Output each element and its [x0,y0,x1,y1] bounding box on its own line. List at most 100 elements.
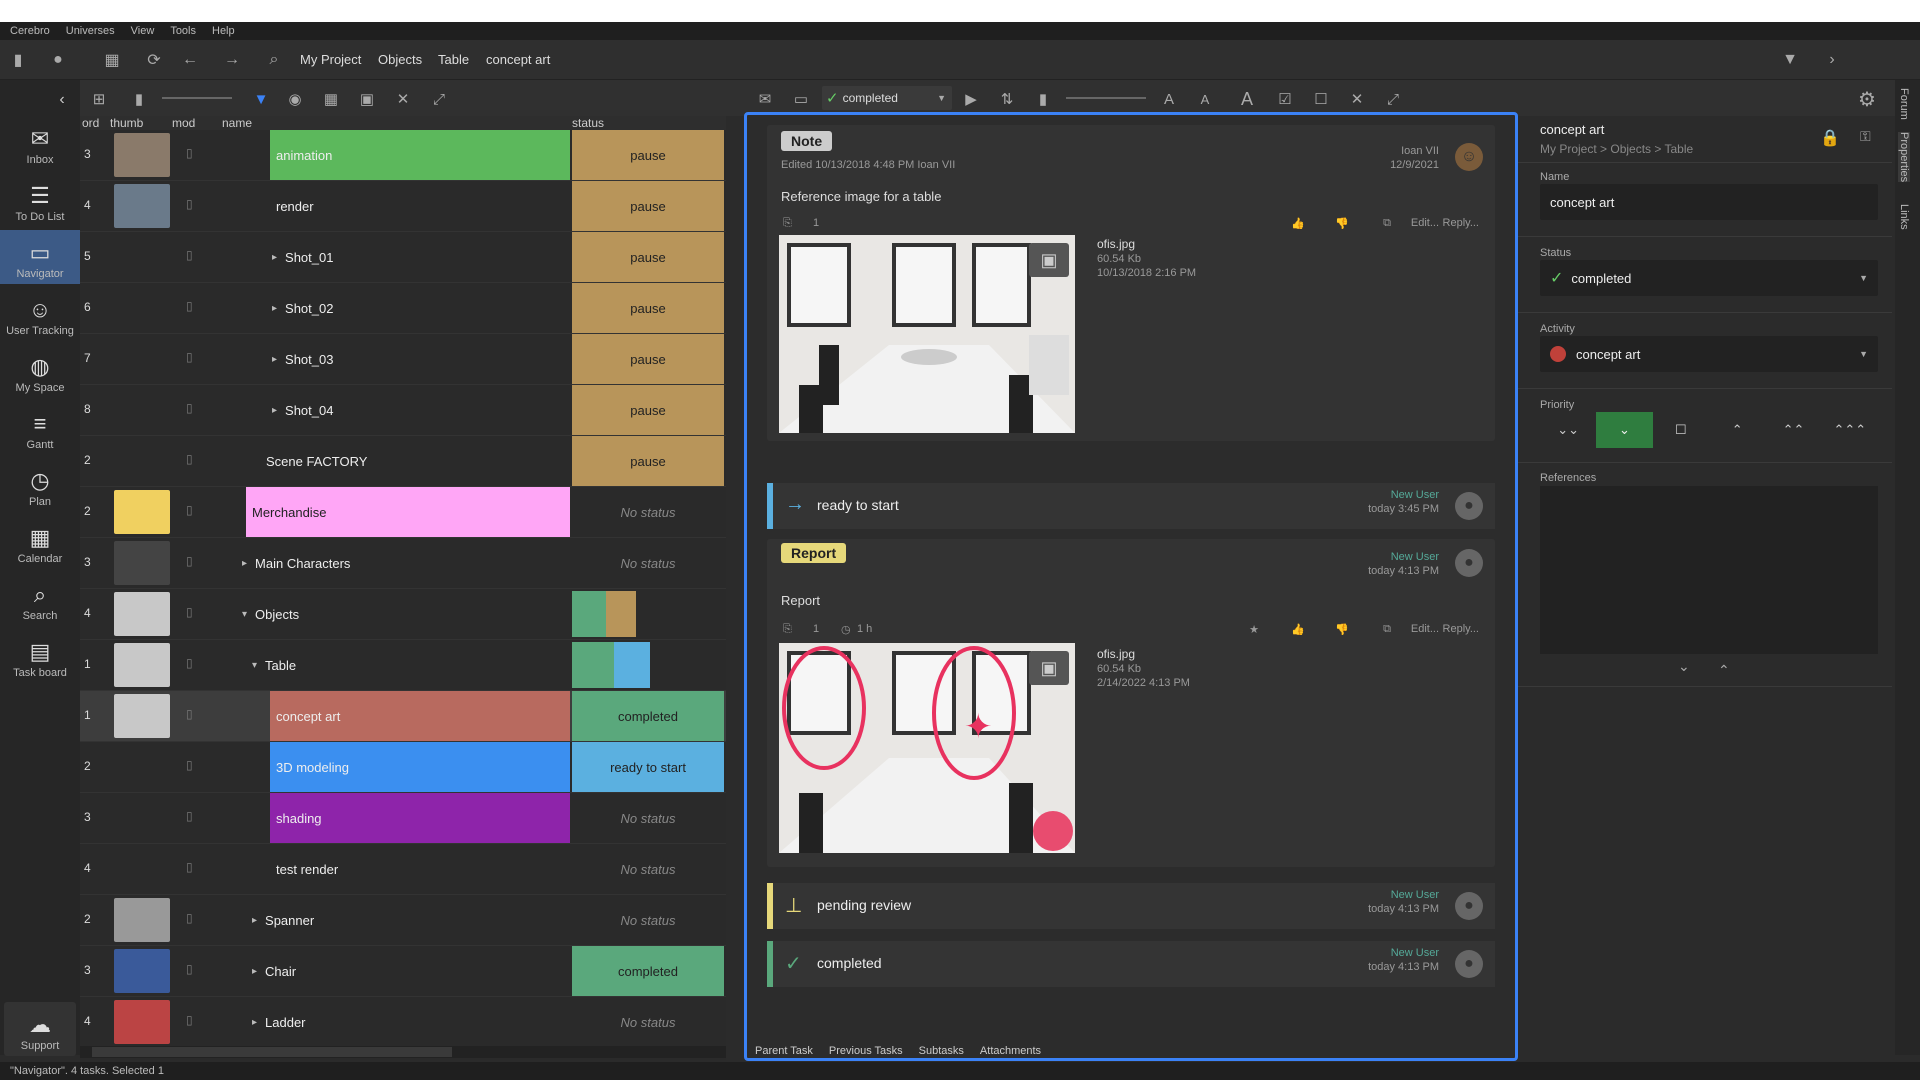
col-mod[interactable]: mod [172,116,195,130]
row-thumbnail[interactable] [114,184,170,228]
like-icon[interactable]: 👍 [1291,623,1305,636]
dropdown-icon[interactable]: ▼ [1778,48,1802,72]
flag-icon[interactable]: ▯ [186,503,193,517]
flag-icon[interactable]: ▯ [186,911,193,925]
row-thumbnail[interactable] [114,949,170,993]
play-icon[interactable]: ▶ [960,88,982,110]
table-row[interactable]: 4 ▯ render pause [80,181,726,232]
expand-icon[interactable]: ▸ [272,252,277,263]
menu-view[interactable]: View [131,25,155,37]
row-name-cell[interactable]: Merchandise [246,487,570,537]
key-icon[interactable]: ⚿ [1860,128,1871,145]
row-thumbnail[interactable] [114,133,170,177]
sidebar-item-gantt[interactable]: ≡ Gantt [0,401,80,455]
dislike-icon[interactable]: 👎 [1335,623,1349,636]
tab-attachments[interactable]: Attachments [980,1045,1041,1057]
priority-normal-button[interactable]: ☐ [1653,412,1709,448]
row-status[interactable] [572,589,724,639]
note-reply-link[interactable]: Reply... [1443,217,1479,229]
row-status[interactable]: ready to start [572,742,724,792]
flag-icon[interactable]: ▯ [186,860,193,874]
expand-icon[interactable]: ▸ [242,558,247,569]
priority-higher-button[interactable]: ⌃⌃ [1765,412,1821,448]
row-thumbnail[interactable] [114,694,170,738]
sidebar-item-user-tracking[interactable]: ☺ User Tracking [0,287,80,341]
row-name-cell[interactable]: ▸ Main Characters [240,538,570,588]
chevron-down-icon[interactable]: ⌄ [1678,658,1690,675]
status-select[interactable]: ✓ completed ▼ [822,86,952,110]
row-status[interactable] [572,640,724,690]
flag-icon[interactable]: ▯ [186,809,193,823]
row-name-cell[interactable]: animation [270,130,570,180]
support-button[interactable]: ☁ Support [4,1002,76,1056]
table-row[interactable]: 4 ▯ test render No status [80,844,726,895]
row-name-cell[interactable]: 3D modeling [270,742,570,792]
report-edit-link[interactable]: Edit... [1411,623,1439,635]
breadcrumb-table[interactable]: Table [438,52,469,67]
menu-cerebro[interactable]: Cerebro [10,25,50,37]
filter-icon[interactable]: ▼ [250,88,272,110]
row-status[interactable]: pause [572,232,724,282]
expand-icon[interactable]: ▸ [252,1017,257,1028]
row-status[interactable]: pause [572,436,724,486]
table-row[interactable]: 1 ▯ ▾ Table [80,640,726,691]
status-dropdown[interactable]: ✓ completed ▼ [1540,260,1878,296]
chevron-right-icon[interactable]: › [1820,48,1844,72]
menu-help[interactable]: Help [212,25,235,37]
flag-icon[interactable]: ▯ [186,707,193,721]
col-thumb[interactable]: thumb [110,116,143,130]
table-row[interactable]: 4 ▯ ▾ Objects [80,589,726,640]
row-status[interactable]: pause [572,130,724,180]
chevron-up-icon[interactable]: ⌃ [1718,662,1730,679]
user-avatar[interactable]: ● [1455,492,1483,520]
horizontal-scrollbar[interactable] [80,1046,726,1058]
table-row[interactable]: 7 ▯ ▸ Shot_03 pause [80,334,726,385]
checkbox-icon[interactable]: ☑ [1274,88,1296,110]
sidebar-item-my-space[interactable]: ◍ My Space [0,344,80,398]
film-icon[interactable]: ▮ [1032,88,1054,110]
row-status[interactable]: No status [572,538,724,588]
flag-icon[interactable]: ▯ [186,350,193,364]
row-name-cell[interactable]: render [270,181,570,231]
tab-parent-task[interactable]: Parent Task [755,1045,813,1057]
flag-icon[interactable]: ▯ [186,605,193,619]
row-status[interactable]: completed [572,691,724,741]
report-file-name[interactable]: ofis.jpg [1097,647,1135,661]
flag-icon[interactable]: ▯ [186,1013,193,1027]
user-avatar[interactable]: ● [1455,892,1483,920]
col-name[interactable]: name [222,116,252,130]
user-avatar[interactable]: ● [1455,549,1483,577]
forward-icon[interactable]: → [220,48,244,72]
row-status[interactable]: pause [572,283,724,333]
row-status[interactable]: pause [572,181,724,231]
row-name-cell[interactable]: concept art [270,691,570,741]
tab-previous-tasks[interactable]: Previous Tasks [829,1045,903,1057]
flag-icon[interactable]: ▯ [186,554,193,568]
table-row[interactable]: 6 ▯ ▸ Shot_02 pause [80,283,726,334]
row-name-cell[interactable]: Scene FACTORY [260,436,570,486]
sidebar-item-todo[interactable]: ☰ To Do List [0,173,80,227]
table-row[interactable]: 2 ▯ 3D modeling ready to start [80,742,726,793]
note-edit-link[interactable]: Edit... [1411,217,1439,229]
report-author[interactable]: New User [1391,551,1439,563]
bulb-icon[interactable]: ● [46,48,70,72]
row-status[interactable]: completed [572,946,724,996]
table-row[interactable]: 2 ▯ Scene FACTORY pause [80,436,726,487]
excel-icon[interactable]: ▣ [356,88,378,110]
priority-lowest-button[interactable]: ⌄⌄ [1540,412,1596,448]
row-status[interactable]: pause [572,334,724,384]
expand-icon[interactable]: ▸ [272,303,277,314]
row-name-cell[interactable]: test render [270,844,570,894]
row-name-cell[interactable]: ▾ Objects [240,589,570,639]
priority-highest-button[interactable]: ⌃⌃⌃ [1822,412,1878,448]
row-name-cell[interactable]: shading [270,793,570,843]
layout-icon[interactable]: ▦ [100,48,124,72]
flag-icon[interactable]: ▯ [186,656,193,670]
row-status[interactable]: No status [572,487,724,537]
zoom-slider[interactable] [1066,97,1146,99]
menu-universes[interactable]: Universes [66,25,115,37]
expand-icon[interactable]: ▸ [272,354,277,365]
copy-icon[interactable]: ⧉ [1383,217,1391,230]
flag-icon[interactable]: ▯ [186,299,193,313]
tab-properties[interactable]: Properties [1898,132,1910,183]
